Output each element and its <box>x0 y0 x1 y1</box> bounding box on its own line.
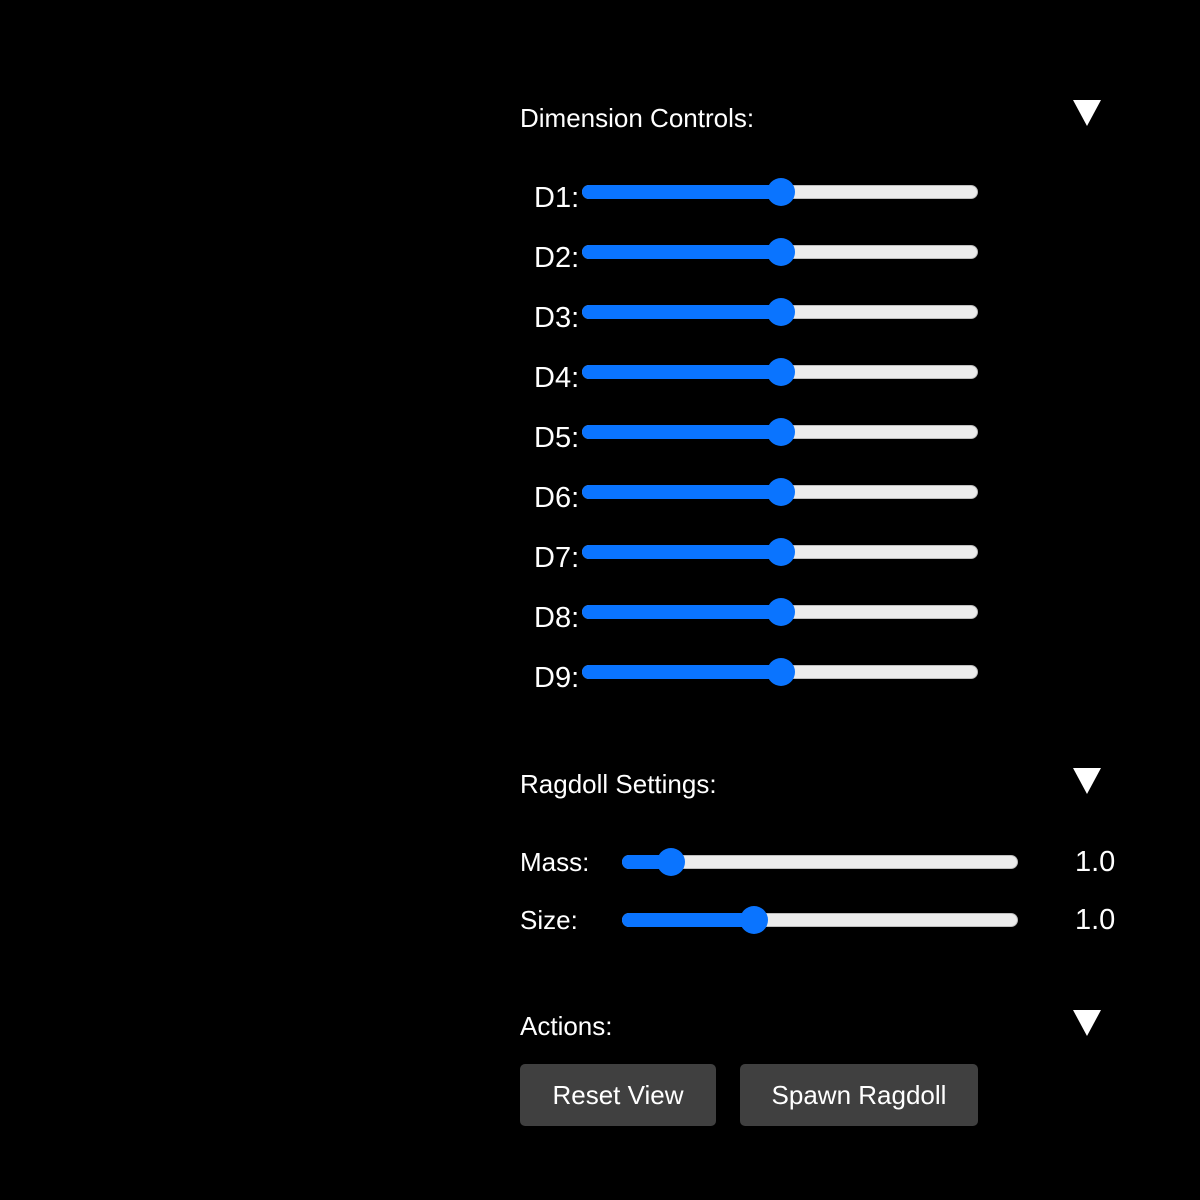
dimension-slider-fill <box>582 425 780 439</box>
dimension-slider-thumb[interactable] <box>767 598 795 626</box>
dimension-slider-2[interactable] <box>582 238 978 266</box>
mass-slider-row: Mass: 1.0 <box>520 842 1140 882</box>
dimension-slider-row: D1: <box>520 172 1000 214</box>
dimension-slider-label: D3: <box>534 302 580 334</box>
actions-header[interactable]: Actions: <box>520 1006 1101 1046</box>
dimension-slider-row: D7: <box>520 532 1000 574</box>
dimension-slider-row: D8: <box>520 592 1000 634</box>
dimension-slider-7[interactable] <box>582 538 978 566</box>
dimension-slider-fill <box>582 305 780 319</box>
dimension-slider-9[interactable] <box>582 658 978 686</box>
dimension-slider-row: D2: <box>520 232 1000 274</box>
mass-value: 1.0 <box>1075 846 1116 878</box>
dimension-slider-thumb[interactable] <box>767 358 795 386</box>
size-slider[interactable] <box>622 906 1018 934</box>
ragdoll-settings-header[interactable]: Ragdoll Settings: <box>520 764 1101 804</box>
dimension-slider-label: D4: <box>534 362 580 394</box>
size-value: 1.0 <box>1075 904 1116 936</box>
dimension-slider-row: D4: <box>520 352 1000 394</box>
dimension-slider-label: D9: <box>534 662 580 694</box>
dimension-slider-6[interactable] <box>582 478 978 506</box>
dimension-slider-fill <box>582 185 780 199</box>
dimension-slider-thumb[interactable] <box>767 478 795 506</box>
dimension-slider-fill <box>582 605 780 619</box>
dimension-slider-fill <box>582 245 780 259</box>
dimension-slider-label: D5: <box>534 422 580 454</box>
dimension-slider-label: D6: <box>534 482 580 514</box>
dimension-slider-fill <box>582 365 780 379</box>
control-panel: Dimension Controls: D1: D2: D3: D4: D5: D6: D7… <box>520 0 1140 1200</box>
mass-slider-thumb[interactable] <box>656 848 685 876</box>
mass-slider[interactable] <box>622 848 1018 876</box>
dimension-slider-row: D3: <box>520 292 1000 334</box>
dimension-controls-header[interactable]: Dimension Controls: <box>520 98 1101 138</box>
dimension-slider-fill <box>582 545 780 559</box>
dimension-slider-label: D8: <box>534 602 580 634</box>
dimension-slider-row: D9: <box>520 652 1000 694</box>
triangle-down-icon[interactable] <box>1073 100 1101 126</box>
dimension-slider-label: D7: <box>534 542 580 574</box>
ragdoll-settings-title: Ragdoll Settings: <box>520 769 717 799</box>
dimension-slider-thumb[interactable] <box>767 418 795 446</box>
triangle-down-icon[interactable] <box>1073 768 1101 794</box>
dimension-slider-label: D1: <box>534 182 580 214</box>
dimension-slider-fill <box>582 485 780 499</box>
dimension-slider-1[interactable] <box>582 178 978 206</box>
actions-title: Actions: <box>520 1011 613 1041</box>
dimension-slider-label: D2: <box>534 242 580 274</box>
dimension-slider-thumb[interactable] <box>767 238 795 266</box>
mass-label: Mass: <box>520 847 590 877</box>
dimension-slider-fill <box>582 665 780 679</box>
triangle-down-icon[interactable] <box>1073 1010 1101 1036</box>
spawn-ragdoll-button[interactable]: Spawn Ragdoll <box>740 1064 978 1126</box>
size-label: Size: <box>520 905 578 935</box>
dimension-slider-3[interactable] <box>582 298 978 326</box>
dimension-slider-row: D5: <box>520 412 1000 454</box>
reset-view-button[interactable]: Reset View <box>520 1064 716 1126</box>
dimension-slider-4[interactable] <box>582 358 978 386</box>
dimension-slider-row: D6: <box>520 472 1000 514</box>
dimension-slider-8[interactable] <box>582 598 978 626</box>
size-slider-thumb[interactable] <box>739 906 768 934</box>
size-slider-fill <box>622 913 753 927</box>
dimension-slider-5[interactable] <box>582 418 978 446</box>
dimension-slider-thumb[interactable] <box>767 538 795 566</box>
dimension-slider-thumb[interactable] <box>767 298 795 326</box>
dimension-slider-thumb[interactable] <box>767 178 795 206</box>
size-slider-row: Size: 1.0 <box>520 900 1140 940</box>
dimension-slider-thumb[interactable] <box>767 658 795 686</box>
dimension-controls-title: Dimension Controls: <box>520 103 755 133</box>
